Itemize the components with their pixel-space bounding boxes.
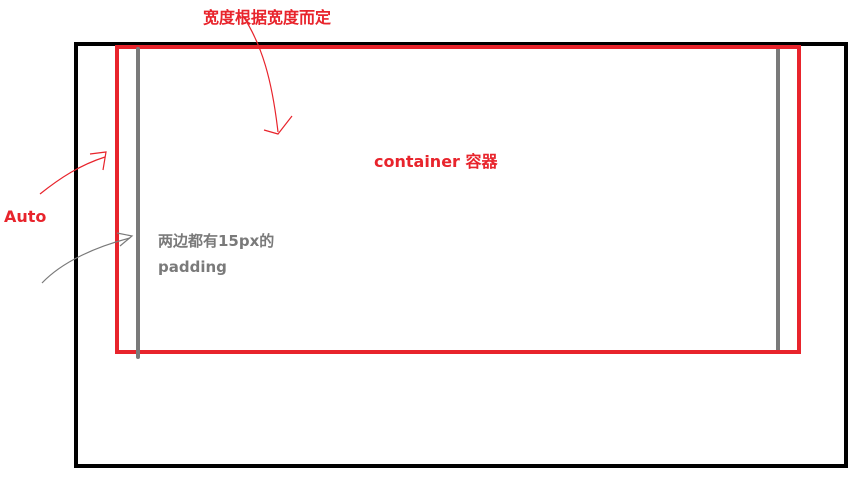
auto-arrow: [39, 156, 106, 195]
container-label: container 容器: [374, 152, 498, 171]
padding-note-line-2: padding: [158, 258, 227, 276]
auto-arrowhead: [89, 151, 107, 171]
auto-label: Auto: [4, 207, 47, 226]
diagram-canvas: [39, 15, 848, 468]
outer-box: [74, 42, 848, 468]
width-note-arrow: [242, 15, 279, 133]
container-box: [115, 45, 801, 354]
padding-note-line-1: 两边都有15px的: [158, 232, 275, 250]
width-note-label: 宽度根据宽度而定: [203, 8, 332, 27]
